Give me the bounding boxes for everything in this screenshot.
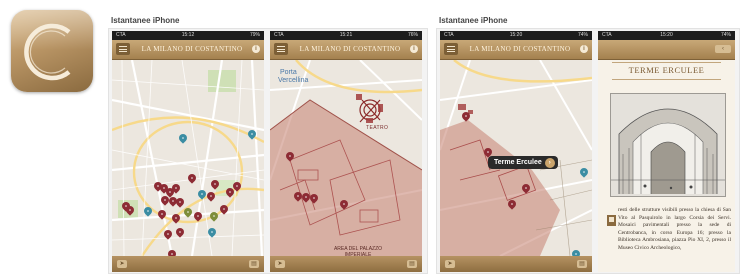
marker-icon — [607, 215, 616, 226]
layers-button[interactable]: ▤ — [249, 260, 259, 268]
nav-bar: ‹ — [598, 40, 735, 60]
back-button[interactable]: ‹ — [715, 45, 731, 53]
nav-title: LA MILANO DI COSTANTINO — [141, 45, 243, 53]
map-callout[interactable]: Terme Erculee › — [488, 156, 558, 169]
status-bar: CTA 15:21 76% — [270, 31, 422, 40]
map-label-vercellina: Vercellina — [278, 77, 309, 84]
battery-label: 76% — [407, 32, 418, 38]
nav-title: LA MILANO DI COSTANTINO — [299, 45, 401, 53]
status-bar: CTA 15:12 79% — [112, 31, 264, 40]
phone-screen-3: CTA 15:20 74% LA MILANO DI COSTANTINO i — [440, 31, 592, 272]
map-view[interactable]: Porta Vercellina TEATRO AREA DEL PALAZZO… — [270, 60, 422, 256]
bottom-toolbar: ➤ ▤ — [270, 256, 422, 272]
app-icon — [11, 10, 93, 92]
map-label-teatro: TEATRO — [366, 125, 389, 131]
bottom-toolbar: ➤ ▤ — [440, 256, 592, 272]
section-title-2: Istantanee iPhone — [439, 16, 508, 25]
info-icon[interactable]: i — [410, 45, 418, 53]
divider — [612, 79, 721, 80]
menu-button[interactable] — [444, 43, 458, 55]
section-title-1: Istantanee iPhone — [111, 16, 180, 25]
clock-label: 15:20 — [509, 32, 523, 38]
status-bar: CTA 15:20 74% — [440, 31, 592, 40]
info-icon[interactable]: i — [580, 45, 588, 53]
phone-screen-4: CTA 15:20 74% ‹ TERME ERCULEE resti dell… — [598, 31, 735, 272]
map-view[interactable]: Terme Erculee › — [440, 60, 592, 256]
street-map — [112, 60, 264, 256]
menu-button[interactable] — [274, 43, 288, 55]
locate-button[interactable]: ➤ — [445, 260, 455, 268]
battery-label: 74% — [720, 32, 731, 38]
map-label-palace-area: AREA DEL PALAZZO IMPERIALE — [333, 246, 383, 256]
bottom-toolbar: ➤ ▤ — [112, 256, 264, 272]
clock-label: 15:21 — [339, 32, 353, 38]
detail-title: TERME ERCULEE — [628, 65, 705, 75]
app-logo-c-icon — [11, 10, 93, 81]
map-view[interactable] — [112, 60, 264, 256]
status-bar: CTA 15:20 74% — [598, 31, 735, 40]
phone-screen-1: CTA 15:12 79% LA MILANO DI COSTANTINO i — [112, 31, 264, 272]
info-icon[interactable]: i — [252, 45, 260, 53]
clock-label: 15:12 — [181, 32, 195, 38]
locate-button[interactable]: ➤ — [117, 260, 127, 268]
ruin-engraving — [611, 94, 725, 196]
nav-bar: LA MILANO DI COSTANTINO i — [270, 40, 422, 60]
layers-button[interactable]: ▤ — [407, 260, 417, 268]
callout-title: Terme Erculee — [494, 159, 542, 166]
phone-screen-2: CTA 15:21 76% LA MILANO DI COSTANTINO i — [270, 31, 422, 272]
locate-button[interactable]: ➤ — [275, 260, 285, 268]
nav-bar: LA MILANO DI COSTANTINO i — [112, 40, 264, 60]
battery-label: 79% — [249, 32, 260, 38]
nav-title: LA MILANO DI COSTANTINO — [469, 45, 571, 53]
layers-button[interactable]: ▤ — [577, 260, 587, 268]
battery-label: 74% — [577, 32, 588, 38]
menu-button[interactable] — [116, 43, 130, 55]
divider — [612, 62, 721, 63]
detail-description: resti delle strutture visibili presso la… — [618, 207, 731, 251]
map-label-porta: Porta — [280, 69, 297, 76]
clock-label: 15:20 — [660, 32, 673, 38]
nav-bar: LA MILANO DI COSTANTINO i — [440, 40, 592, 60]
disclosure-arrow-icon[interactable]: › — [544, 158, 555, 168]
engraving-image — [610, 93, 726, 197]
